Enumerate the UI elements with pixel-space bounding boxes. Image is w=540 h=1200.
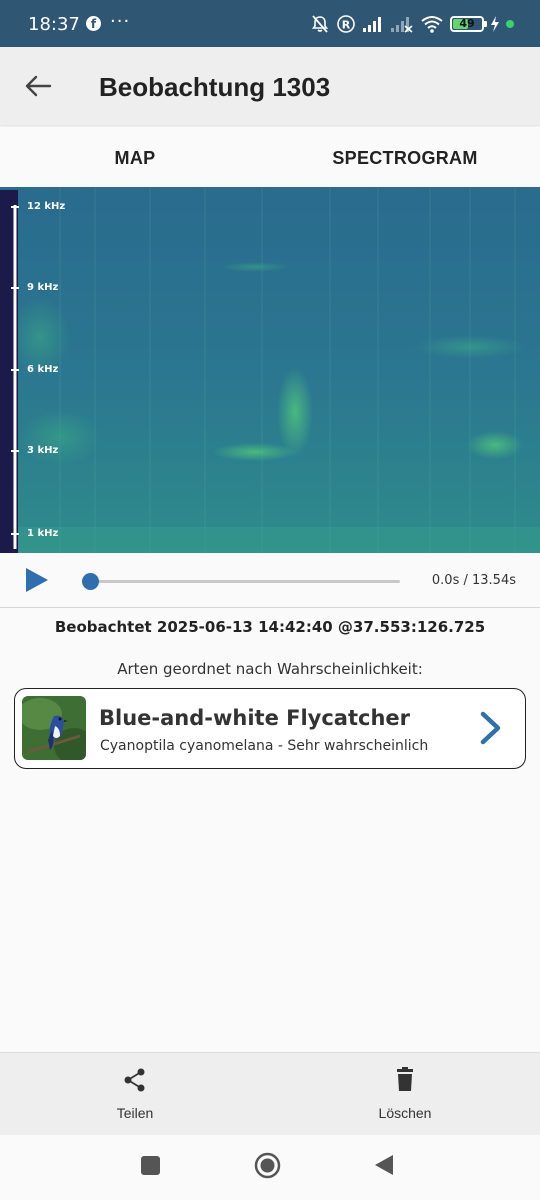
freq-label-6khz: 6 kHz (27, 364, 59, 375)
battery-icon: 49 (450, 16, 487, 32)
spectrogram-image (0, 187, 540, 553)
svg-text:R: R (342, 19, 351, 32)
chevron-right-icon[interactable] (479, 711, 503, 745)
signal-icon (363, 17, 381, 32)
back-triangle-icon[interactable] (373, 1153, 395, 1177)
play-icon[interactable] (24, 566, 50, 594)
page-title: Beobachtung 1303 (99, 72, 331, 102)
playback-time: 0.0s / 13.54s (431, 573, 516, 588)
freq-label-9khz: 9 kHz (27, 282, 59, 293)
wifi-icon (421, 16, 443, 33)
freq-label-3khz: 3 kHz (27, 445, 59, 456)
privacy-indicator-dot (506, 20, 514, 28)
species-common-name: Blue-and-white Flycatcher (99, 706, 411, 730)
spectrogram-view[interactable]: 12 kHz 9 kHz 6 kHz 3 kHz 1 kHz (0, 187, 540, 553)
status-bar: 18:37 f ··· R 49 (0, 0, 540, 47)
status-time: 18:37 (28, 14, 80, 35)
more-notifications-indicator: ··· (110, 11, 131, 32)
freq-label-1khz: 1 kHz (27, 528, 59, 539)
species-card[interactable]: Blue-and-white Flycatcher Cyanoptila cya… (14, 688, 526, 769)
facebook-icon: f (86, 16, 101, 31)
species-thumbnail (22, 696, 86, 760)
species-list-header: Arten geordnet nach Wahrscheinlichkeit: (117, 660, 423, 678)
back-arrow-icon[interactable] (24, 74, 52, 98)
share-icon (124, 1068, 145, 1092)
app-bar: Beobachtung 1303 (0, 47, 540, 125)
signal-no-service-icon (391, 17, 413, 33)
recents-square-icon[interactable] (140, 1155, 161, 1176)
trash-icon (397, 1067, 413, 1091)
tab-spectrogram[interactable]: SPECTROGRAM (270, 127, 540, 187)
playback-slider[interactable] (82, 573, 400, 590)
slider-knob[interactable] (82, 573, 99, 590)
system-nav-bar (0, 1135, 540, 1200)
status-icons: R 49 (310, 14, 514, 34)
registered-icon: R (337, 15, 355, 33)
freq-label-12khz: 12 kHz (27, 201, 66, 212)
audio-player: 0.0s / 13.54s (0, 553, 540, 608)
home-circle-icon[interactable] (254, 1152, 281, 1179)
battery-percent: 49 (459, 17, 475, 30)
share-button[interactable]: Teilen (0, 1053, 270, 1136)
observation-timestamp: Beobachtet 2025-06-13 14:42:40 @37.553:1… (54, 618, 486, 636)
delete-label: Löschen (378, 1105, 432, 1121)
charging-icon (491, 16, 499, 32)
share-label: Teilen (116, 1105, 154, 1121)
bottom-action-bar: Teilen Löschen (0, 1052, 540, 1135)
mute-icon (311, 15, 329, 33)
delete-button[interactable]: Löschen (270, 1053, 540, 1136)
species-scientific-name: Cyanoptila cyanomelana - Sehr wahrschein… (100, 738, 429, 754)
tab-bar: MAP SPECTROGRAM (0, 127, 540, 187)
tab-map[interactable]: MAP (0, 127, 270, 187)
